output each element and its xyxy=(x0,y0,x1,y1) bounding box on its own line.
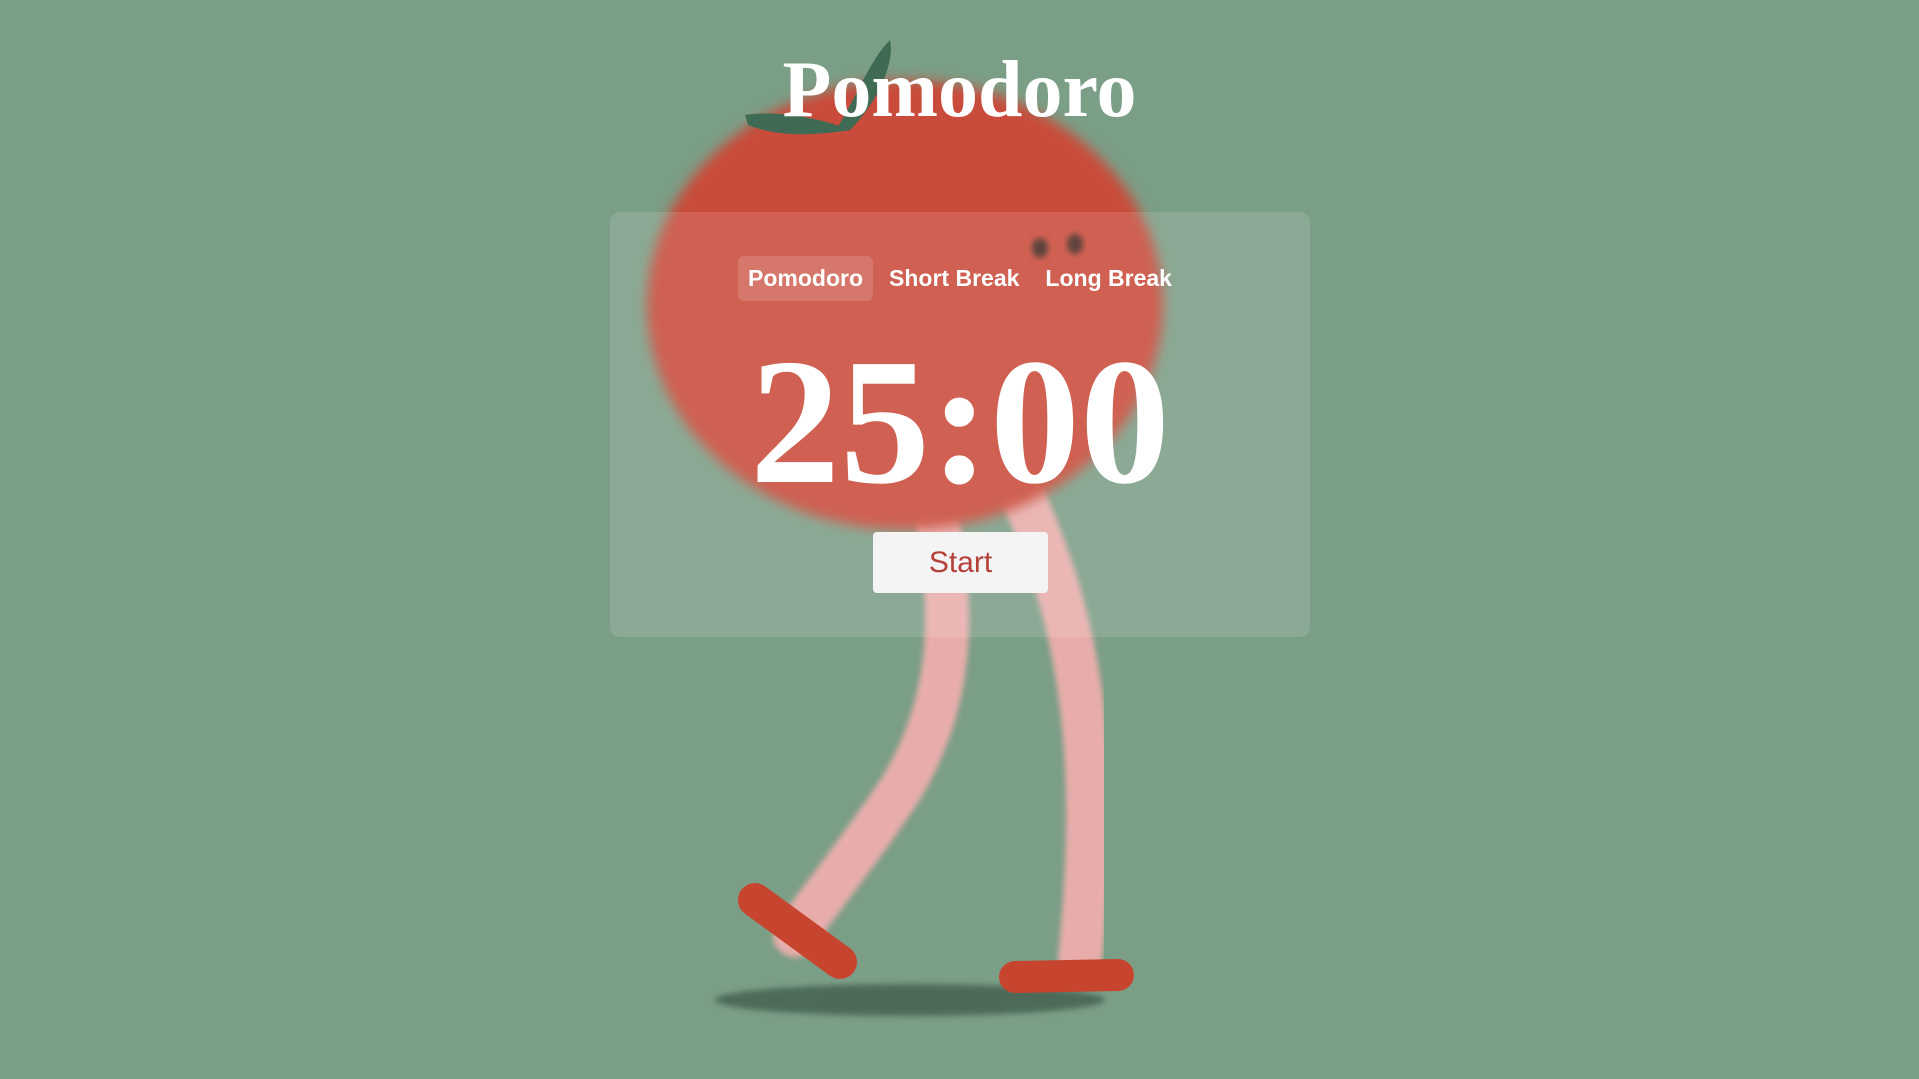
start-button[interactable]: Start xyxy=(873,532,1048,593)
timer-card: Pomodoro Short Break Long Break 25:00 St… xyxy=(610,212,1310,637)
app-window: Pomodoro Pomodoro Short Break Long Break… xyxy=(0,0,1919,1079)
tab-long-break[interactable]: Long Break xyxy=(1035,256,1182,301)
page-title: Pomodoro xyxy=(782,46,1137,134)
timer-display: 25:00 xyxy=(750,322,1170,521)
tab-short-break[interactable]: Short Break xyxy=(879,256,1029,301)
tab-pomodoro[interactable]: Pomodoro xyxy=(738,256,874,301)
right-shoe xyxy=(999,959,1134,993)
mode-tabs: Pomodoro Short Break Long Break xyxy=(610,256,1310,301)
